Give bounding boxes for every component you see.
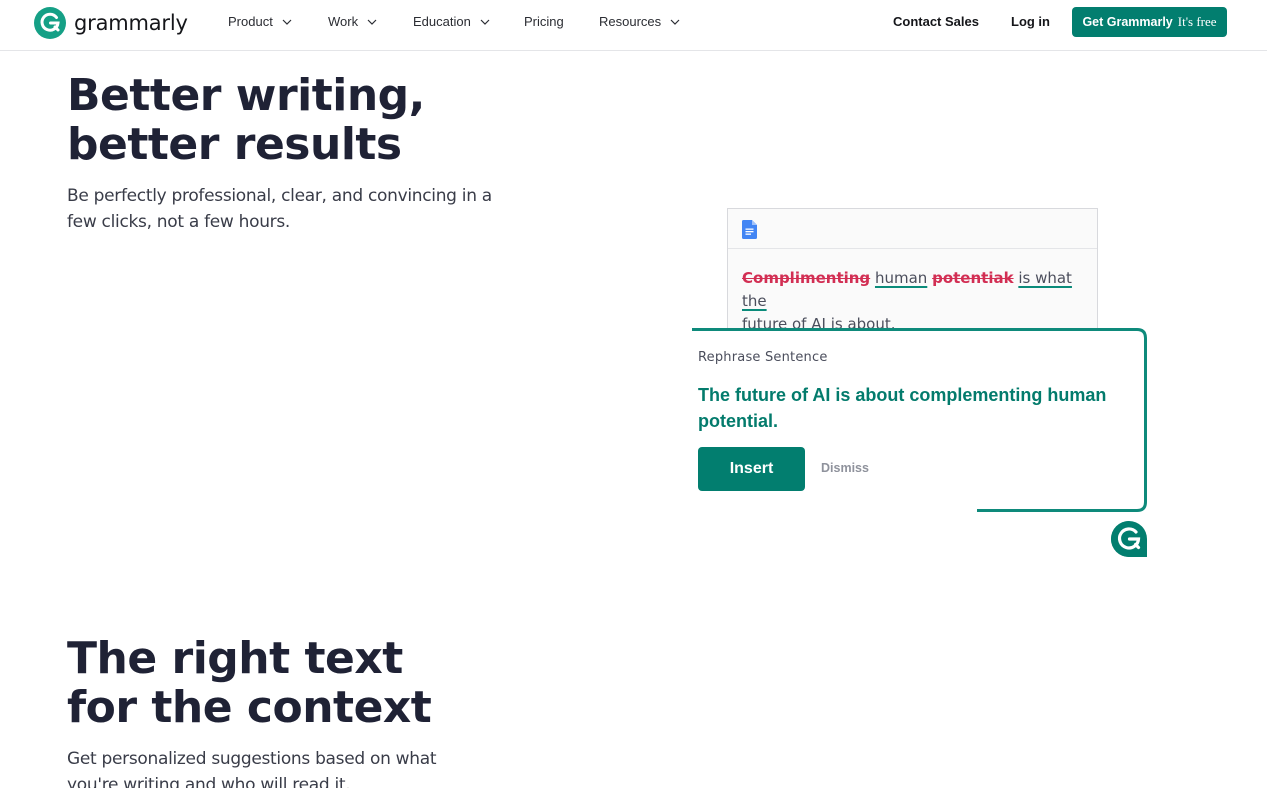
- hero-title-line1: Better writing,: [67, 70, 425, 121]
- nav-work-label: Work: [328, 14, 359, 29]
- nav-education-label: Education: [413, 14, 471, 29]
- nav-product[interactable]: Product: [228, 14, 292, 29]
- section2-title-line1: The right text: [67, 633, 403, 684]
- cta-main-label: Get Grammarly: [1082, 15, 1173, 29]
- suggestion-type-label: Rephrase Sentence: [698, 350, 828, 365]
- get-grammarly-button[interactable]: Get Grammarly It's free: [1072, 7, 1227, 37]
- brand-name: grammarly: [74, 11, 188, 35]
- grammarly-g-icon: [34, 7, 66, 39]
- document-header: [728, 209, 1097, 249]
- hero-title-line2: better results: [67, 119, 402, 170]
- strikethrough-word: potentiak: [932, 269, 1014, 287]
- google-docs-icon: [742, 220, 757, 239]
- nav-pricing-label: Pricing: [524, 14, 564, 29]
- insert-button[interactable]: Insert: [698, 447, 805, 491]
- document-text: Complimenting human potentiak is what th…: [728, 249, 1097, 336]
- contact-sales-link[interactable]: Contact Sales: [893, 14, 979, 29]
- strikethrough-word: Complimenting: [742, 269, 871, 287]
- nav-resources[interactable]: Resources: [599, 14, 680, 29]
- grammarly-logo[interactable]: grammarly: [34, 7, 188, 39]
- chevron-down-icon: [282, 19, 292, 25]
- suggestion-text: The future of AI is about complementing …: [698, 385, 1107, 431]
- nav-work[interactable]: Work: [328, 14, 377, 29]
- nav-pricing[interactable]: Pricing: [524, 14, 564, 29]
- suggestion-popup: Rephrase Sentence The future of AI is ab…: [692, 328, 1147, 512]
- document-preview-card: Complimenting human potentiak is what th…: [727, 208, 1098, 333]
- section2-title-line2: for the context: [67, 682, 432, 733]
- grammarly-badge-icon[interactable]: [1110, 520, 1148, 558]
- underlined-word: human: [874, 269, 928, 287]
- nav-resources-label: Resources: [599, 14, 662, 29]
- hero-subtitle: Be perfectly professional, clear, and co…: [67, 186, 492, 232]
- login-link[interactable]: Log in: [1011, 14, 1050, 29]
- dismiss-button[interactable]: Dismiss: [821, 461, 869, 475]
- nav-education[interactable]: Education: [413, 14, 490, 29]
- cta-sub-label: It's free: [1177, 14, 1217, 29]
- chevron-down-icon: [670, 19, 680, 25]
- nav-product-label: Product: [228, 14, 273, 29]
- top-navbar: grammarly Product Work Education Pricing…: [0, 0, 1267, 51]
- chevron-down-icon: [367, 19, 377, 25]
- section2-subtitle: Get personalized suggestions based on wh…: [67, 749, 437, 788]
- chevron-down-icon: [480, 19, 490, 25]
